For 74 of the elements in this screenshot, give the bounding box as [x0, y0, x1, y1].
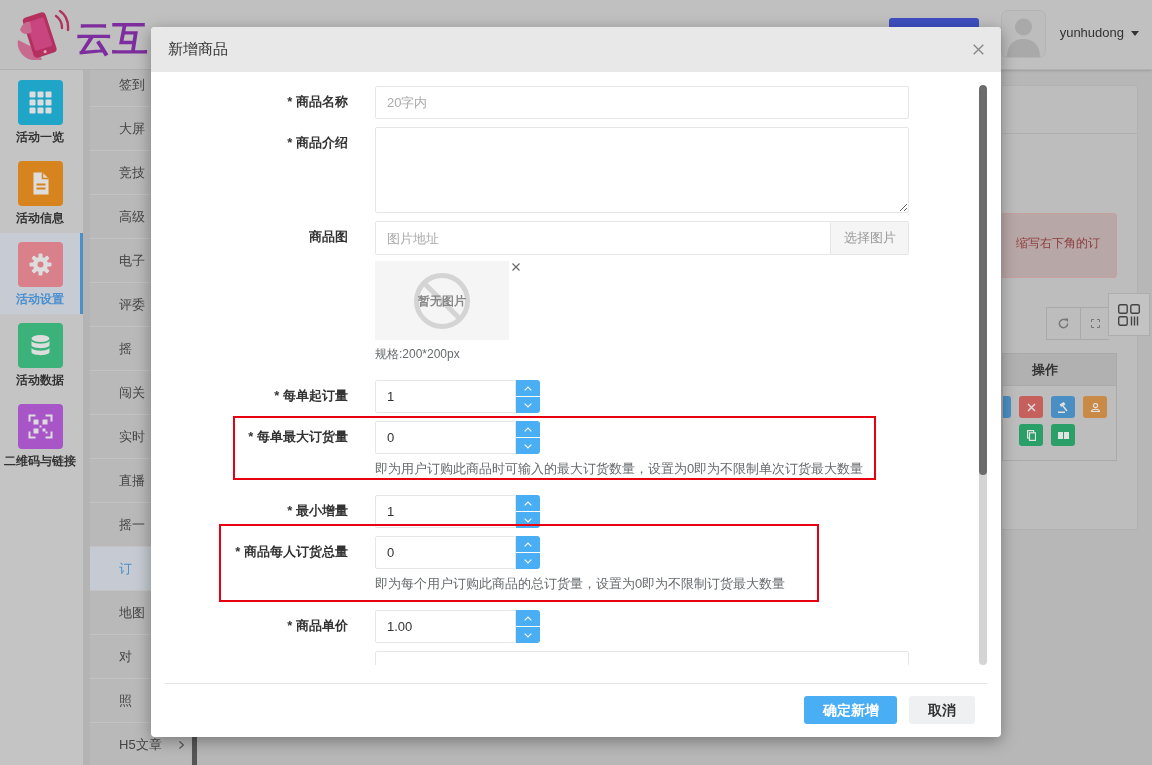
cancel-button[interactable]: 取消: [909, 696, 975, 724]
column-header: 操作: [1003, 354, 1116, 386]
decrement-button[interactable]: [516, 397, 540, 413]
placeholder-caption: 暂无图片: [418, 293, 466, 308]
choose-image-button[interactable]: 选择图片: [831, 221, 909, 255]
chevron-down-icon: [524, 402, 532, 408]
remove-icon[interactable]: [512, 263, 520, 271]
action-button[interactable]: [1051, 424, 1075, 446]
caret-down-icon: [1131, 30, 1139, 36]
decrement-button[interactable]: [516, 627, 540, 643]
textarea-input[interactable]: [375, 127, 909, 213]
field-label: * 商品每人订货总量: [235, 543, 348, 561]
chevron-down-icon: [524, 558, 532, 564]
field-label: * 商品名称: [287, 93, 348, 111]
increment-button[interactable]: [516, 610, 540, 626]
field-label: * 最小增量: [287, 502, 348, 520]
help-text: 即为每个用户订购此商品的总订货量，设置为0即为不限制订货最大数量: [375, 577, 786, 591]
columns-icon: [1057, 431, 1069, 439]
help-text: 即为用户订购此商品时可输入的最大订货数量，设置为0即为不限制单次订货最大数量: [375, 462, 864, 476]
header-button[interactable]: [888, 18, 979, 27]
increment-button[interactable]: [516, 421, 540, 437]
field-label: * 商品单价: [287, 617, 348, 635]
fullscreen-icon: [1090, 319, 1100, 328]
field-label: * 每单起订量: [274, 387, 348, 405]
chevron-up-icon: [524, 385, 532, 391]
chevron-down-icon: [524, 632, 532, 638]
close-icon[interactable]: [973, 44, 984, 55]
number-input[interactable]: 0: [375, 421, 516, 454]
action-button[interactable]: [1051, 396, 1075, 418]
qr-code-icon: [1118, 303, 1140, 326]
avatar-icon: [1000, 10, 1046, 58]
increment-button[interactable]: [516, 380, 540, 396]
number-input[interactable]: 1.00: [375, 610, 516, 643]
action-button[interactable]: [1083, 396, 1107, 418]
nav-item[interactable]: 活动信息: [0, 152, 83, 233]
decrement-button[interactable]: [516, 553, 540, 569]
gavel-icon: [1057, 401, 1069, 413]
action-button[interactable]: [1019, 424, 1043, 446]
refresh-button[interactable]: [1046, 307, 1081, 340]
prohibited-icon: [414, 272, 470, 329]
increment-button[interactable]: [516, 495, 540, 511]
chevron-right-icon: [179, 740, 184, 749]
refresh-icon: [1058, 318, 1069, 329]
chevron-up-icon: [524, 426, 532, 432]
number-input[interactable]: 1: [375, 380, 516, 413]
spec-note: 规格:200*200px: [375, 347, 460, 361]
number-input[interactable]: 1: [375, 495, 516, 528]
alert-text: 缩写右下角的订: [1016, 236, 1100, 250]
action-button[interactable]: [1003, 396, 1011, 418]
nav-item[interactable]: 活动一览: [0, 71, 83, 152]
user-icon: [1090, 402, 1100, 412]
logo-text: 云互: [76, 21, 148, 57]
qr-code-button[interactable]: [1108, 293, 1150, 336]
field-label: * 商品介绍: [287, 134, 348, 152]
action-button[interactable]: [1019, 396, 1043, 418]
chevron-up-icon: [524, 541, 532, 547]
dialog-title: 新增商品: [168, 39, 228, 60]
increment-button[interactable]: [516, 536, 540, 552]
chevron-down-icon: [524, 517, 532, 523]
close-icon: [1026, 402, 1036, 412]
copy-icon: [1026, 429, 1036, 441]
image-url-input[interactable]: 图片地址: [375, 221, 831, 255]
chevron-up-icon: [524, 500, 532, 506]
field-label: * 每单最大订货量: [248, 428, 348, 446]
chevron-down-icon: [524, 443, 532, 449]
number-input[interactable]: 0: [375, 536, 516, 569]
decrement-button[interactable]: [516, 438, 540, 454]
scrollbar-thumb: [192, 735, 197, 765]
nav-item[interactable]: 活动数据: [0, 314, 83, 395]
field-label: 商品图: [309, 228, 348, 246]
chevron-up-icon: [524, 615, 532, 621]
user-menu[interactable]: yunhudong: [1059, 24, 1139, 42]
nav-item[interactable]: 二维码与链接: [0, 395, 83, 476]
text-input[interactable]: 20字内: [375, 86, 909, 119]
